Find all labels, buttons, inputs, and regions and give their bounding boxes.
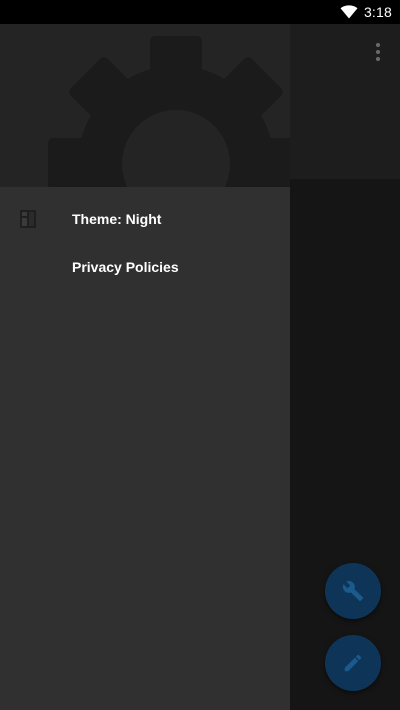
navigation-drawer: Theme: Night Privacy Policies [0, 24, 290, 710]
drawer-item-label: Theme: Night [72, 211, 162, 227]
pencil-icon [344, 654, 362, 672]
wifi-icon [340, 5, 358, 19]
drawer-header [0, 24, 290, 187]
wrench-icon [342, 581, 364, 602]
overflow-menu-icon[interactable] [368, 40, 388, 64]
drawer-item-theme[interactable]: Theme: Night [0, 195, 290, 243]
drawer-item-privacy-policies[interactable]: Privacy Policies [0, 243, 290, 291]
gear-icon [48, 36, 290, 187]
theme-icon [20, 210, 36, 228]
drawer-item-label: Privacy Policies [72, 259, 179, 275]
status-bar: 3:18 [0, 0, 400, 24]
pencil-fab-button[interactable] [325, 635, 381, 691]
status-time: 3:18 [363, 4, 392, 20]
wrench-fab-button[interactable] [325, 563, 381, 619]
